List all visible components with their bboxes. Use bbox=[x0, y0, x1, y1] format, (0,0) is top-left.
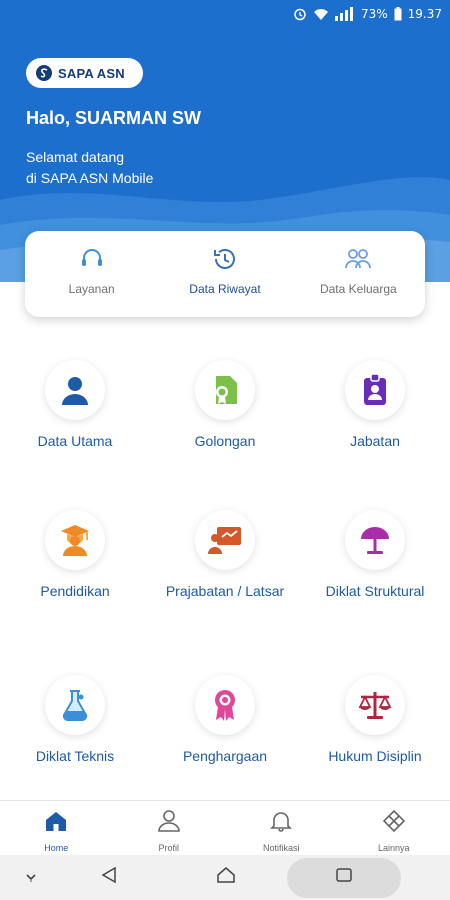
menu-item-jabatan[interactable]: Jabatan bbox=[300, 360, 450, 510]
bell-icon bbox=[269, 810, 293, 837]
menu-item-data-utama[interactable]: Data Utama bbox=[0, 360, 150, 510]
back-triangle-icon bbox=[100, 866, 118, 889]
home-icon bbox=[44, 810, 68, 837]
back-button[interactable] bbox=[95, 855, 123, 900]
hide-keyboard-button[interactable] bbox=[18, 855, 44, 900]
app-logo: SAPA ASN bbox=[26, 58, 143, 88]
person-icon bbox=[157, 810, 181, 837]
recent-apps-button[interactable] bbox=[330, 855, 358, 900]
quick-item-label: Data Riwayat bbox=[189, 282, 261, 296]
quick-item-data-riwayat[interactable]: Data Riwayat bbox=[158, 231, 291, 317]
menu-item-pendidikan[interactable]: Pendidikan bbox=[0, 510, 150, 675]
scale-icon bbox=[345, 675, 405, 735]
quick-item-data-keluarga[interactable]: Data Keluarga bbox=[292, 231, 425, 317]
grid-diamond-icon bbox=[382, 809, 406, 837]
nav-notifikasi[interactable]: Notifikasi bbox=[225, 801, 338, 855]
system-navigation-bar bbox=[0, 855, 450, 900]
wifi-icon bbox=[313, 8, 329, 21]
quick-menu-card: Layanan Data Riwayat Data Keluarga bbox=[25, 231, 425, 317]
recent-apps-icon bbox=[334, 867, 354, 888]
chevron-down-icon bbox=[25, 869, 37, 887]
lamp-icon bbox=[345, 510, 405, 570]
welcome-line-1: Selamat datang bbox=[26, 149, 125, 165]
award-icon bbox=[195, 675, 255, 735]
signal-icon bbox=[334, 7, 355, 21]
nav-label: Notifikasi bbox=[262, 843, 300, 853]
welcome-line-2: di SAPA ASN Mobile bbox=[26, 170, 154, 186]
certificate-icon bbox=[195, 360, 255, 420]
quick-item-label: Layanan bbox=[68, 282, 115, 296]
greeting-text: Halo, SUARMAN SW bbox=[26, 108, 201, 128]
menu-item-label: Prajabatan / Latsar bbox=[165, 583, 285, 599]
status-bar: 73% 19.37 bbox=[293, 4, 442, 24]
logo-text: SAPA ASN bbox=[58, 65, 125, 81]
menu-item-label: Diklat Teknis bbox=[35, 748, 115, 764]
menu-item-golongan[interactable]: Golongan bbox=[150, 360, 300, 510]
home-system-button[interactable] bbox=[212, 855, 240, 900]
menu-item-label: Golongan bbox=[194, 433, 256, 449]
nav-label: Home bbox=[44, 843, 69, 853]
menu-item-label: Diklat Struktural bbox=[325, 583, 425, 599]
welcome-text: Selamat datang di SAPA ASN Mobile bbox=[26, 147, 286, 189]
nav-profil[interactable]: Profil bbox=[113, 801, 226, 855]
headset-icon bbox=[78, 245, 106, 273]
nav-home[interactable]: Home bbox=[0, 801, 113, 855]
graduate-icon bbox=[45, 510, 105, 570]
menu-item-diklat-struktural[interactable]: Diklat Struktural bbox=[300, 510, 450, 675]
family-icon bbox=[344, 245, 372, 273]
nav-lainnya[interactable]: Lainnya bbox=[338, 801, 450, 855]
user-icon bbox=[45, 360, 105, 420]
quick-item-label: Data Keluarga bbox=[319, 282, 397, 296]
clock: 19.37 bbox=[407, 7, 442, 21]
quick-item-layanan[interactable]: Layanan bbox=[25, 231, 158, 317]
menu-item-label: Pendidikan bbox=[40, 583, 110, 599]
id-badge-icon bbox=[345, 360, 405, 420]
menu-item-label: Penghargaan bbox=[182, 748, 268, 764]
presentation-icon bbox=[195, 510, 255, 570]
bottom-navigation: Home Profil Notifikasi Lainnya bbox=[0, 800, 450, 855]
menu-item-label: Data Utama bbox=[37, 433, 113, 449]
menu-row: Data Utama Golongan Jabatan bbox=[0, 360, 450, 510]
main-menu-grid: Data Utama Golongan Jabatan Pendidikan P… bbox=[0, 360, 450, 825]
menu-item-prajabatan-latsar[interactable]: Prajabatan / Latsar bbox=[150, 510, 300, 675]
nav-label: Profil bbox=[158, 843, 179, 853]
menu-item-label: Hukum Disiplin bbox=[328, 748, 422, 764]
menu-row: Pendidikan Prajabatan / Latsar Diklat St… bbox=[0, 510, 450, 675]
history-icon bbox=[211, 245, 239, 273]
battery-icon bbox=[394, 7, 402, 21]
alarm-icon bbox=[293, 7, 307, 21]
logo-mark-icon bbox=[36, 65, 52, 81]
flask-icon bbox=[45, 675, 105, 735]
menu-item-label: Jabatan bbox=[350, 433, 400, 449]
home-outline-icon bbox=[216, 866, 236, 889]
nav-label: Lainnya bbox=[377, 843, 410, 853]
battery-percent: 73% bbox=[360, 7, 388, 21]
